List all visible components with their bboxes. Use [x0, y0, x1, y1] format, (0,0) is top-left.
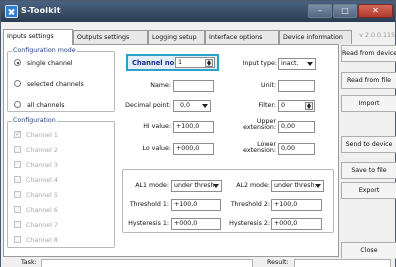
threshold-2-label: Threshold 2: [230, 201, 270, 208]
decimal-point-label: Decimal point: [125, 102, 171, 109]
result-label: Result: [267, 259, 289, 266]
upper-extension-label: Upper extension: [243, 118, 276, 131]
title-bar[interactable]: S-Toolkit – □ ✕ [1, 1, 395, 22]
radio-unselected-icon [14, 101, 21, 108]
al2-mode-label: AL2 mode: [236, 182, 270, 189]
tab-logging-setup[interactable]: Logging setup [148, 30, 205, 44]
threshold-1-field[interactable]: +100,0 [171, 199, 221, 211]
lower-extension-label: Lower extension: [243, 141, 276, 154]
hi-value-field[interactable]: +100,0 [173, 121, 214, 133]
result-field [294, 259, 391, 267]
send-to-device-button[interactable]: Send to device [341, 136, 396, 153]
al1-mode-select[interactable]: under thresh. [171, 180, 222, 192]
configuration-mode-group: Configuration mode single channel select… [7, 47, 115, 112]
import-button[interactable]: Import [341, 95, 396, 112]
input-type-select[interactable]: inact. [278, 58, 316, 70]
configuration-mode-label: Configuration mode [12, 47, 77, 55]
filter-label: Filter: [258, 102, 276, 109]
task-label: Task: [21, 259, 37, 266]
close-window-button[interactable]: ✕ [358, 4, 393, 18]
window-title: S-Toolkit [21, 6, 61, 15]
hi-value-label: Hi value: [143, 123, 171, 130]
spin-arrows-icon[interactable] [305, 102, 313, 110]
chevron-down-icon [202, 104, 208, 108]
filter-stepper[interactable]: 0 [278, 100, 315, 112]
name-label: Name: [150, 82, 171, 89]
al2-mode-select[interactable]: under thresh. [271, 180, 324, 192]
maximize-button[interactable]: □ [333, 4, 357, 18]
app-logo-icon [5, 5, 18, 18]
channel-7-checkbox[interactable]: Channel 7 [14, 221, 58, 231]
version-label: v 2.0.0.115 [359, 32, 395, 39]
hysteresis-2-label: Hysteresis 2: [229, 220, 270, 227]
hysteresis-1-label: Hysteresis 1: [128, 220, 169, 227]
radio-selected-channels[interactable]: selected channels [14, 80, 84, 90]
checkbox-icon [14, 161, 21, 168]
checkbox-icon [14, 221, 21, 228]
hysteresis-2-field[interactable]: +000,0 [271, 218, 322, 230]
channel-3-checkbox[interactable]: Channel 3 [14, 161, 58, 171]
unit-label: Unit: [261, 82, 276, 89]
lower-extension-field[interactable]: 0,00 [278, 143, 315, 155]
lo-value-label: Lo value: [142, 145, 171, 152]
checkbox-icon [14, 176, 21, 183]
radio-single-channel[interactable]: single channel [14, 59, 73, 69]
threshold-2-field[interactable]: +100,0 [271, 199, 322, 211]
chevron-down-icon [213, 184, 219, 188]
checkbox-icon [14, 146, 21, 153]
channel-4-checkbox[interactable]: Channel 4 [14, 176, 58, 186]
minimize-button[interactable]: – [308, 4, 332, 18]
save-to-file-button[interactable]: Save to file [341, 162, 396, 179]
read-from-file-button[interactable]: Read from file [341, 72, 396, 89]
tab-inputs-settings[interactable]: Inputs settings [3, 29, 73, 45]
radio-selected-icon [14, 59, 21, 66]
tab-interface-options[interactable]: Interface options [205, 30, 279, 44]
channel-1-checkbox[interactable]: Channel 1 [14, 129, 58, 141]
read-from-device-button[interactable]: Read from device [341, 45, 396, 62]
channel-5-checkbox[interactable]: Channel 5 [14, 191, 58, 201]
task-field [41, 259, 253, 267]
threshold-1-label: Threshold 1: [129, 201, 169, 208]
tab-device-information[interactable]: Device information [279, 30, 352, 44]
channel-6-checkbox[interactable]: Channel 6 [14, 206, 58, 216]
decimal-point-select[interactable]: 0,0 [173, 100, 211, 112]
radio-all-channels[interactable]: all channels [14, 101, 65, 111]
tab-outputs-settings[interactable]: Outputs settings [73, 30, 148, 44]
chevron-down-icon [315, 184, 321, 188]
main-window: S-Toolkit – □ ✕ Inputs settings Outputs … [0, 0, 396, 267]
configuration-label: Configuration [12, 117, 57, 125]
configuration-group: Configuration Channel 1 Channel 2 Channe… [7, 117, 115, 248]
close-button[interactable]: Close [341, 242, 396, 259]
checkbox-checked-icon [14, 129, 21, 139]
chevron-down-icon [307, 62, 313, 66]
channel-no-label: Channel no: [132, 59, 177, 67]
status-bar: Task: Result: [1, 258, 395, 267]
input-type-label: Input type: [242, 60, 278, 67]
checkbox-icon [14, 236, 21, 243]
checkbox-icon [14, 191, 21, 198]
checkbox-icon [14, 206, 21, 213]
lo-value-field[interactable]: +000,0 [173, 143, 214, 155]
export-button[interactable]: Export [341, 182, 396, 199]
channel-8-checkbox[interactable]: Channel 8 [14, 236, 58, 246]
upper-extension-field[interactable]: 0,00 [278, 121, 315, 133]
channel-2-checkbox[interactable]: Channel 2 [14, 146, 58, 156]
name-field[interactable] [173, 80, 214, 92]
al1-mode-label: AL1 mode: [135, 182, 169, 189]
alarms-group: AL1 mode: under thresh. AL2 mode: under … [122, 169, 334, 233]
unit-field[interactable] [278, 80, 315, 92]
hysteresis-1-field[interactable]: +000,0 [171, 218, 221, 230]
radio-unselected-icon [14, 80, 21, 87]
